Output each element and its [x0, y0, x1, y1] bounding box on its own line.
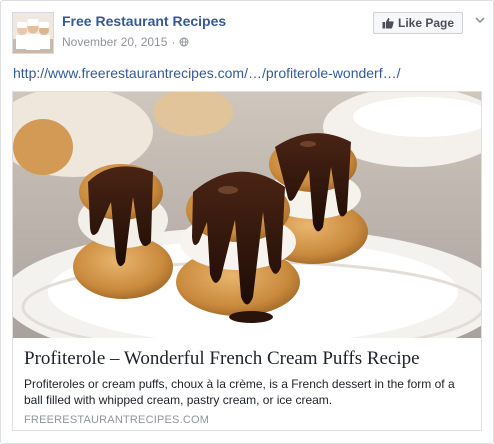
page-name-link[interactable]: Free Restaurant Recipes — [62, 13, 226, 29]
thumbs-up-icon — [382, 17, 394, 29]
meta-separator: · — [171, 35, 176, 49]
profiteroles-photo[interactable] — [13, 92, 481, 338]
chef-group-icon — [13, 13, 53, 53]
like-page-label: Like Page — [397, 16, 455, 30]
post-menu-button[interactable] — [473, 13, 487, 27]
attachment-description: Profiteroles or cream puffs, choux à la … — [24, 377, 455, 407]
globe-icon[interactable] — [179, 37, 189, 47]
attachment-title[interactable]: Profiterole – Wonderful French Cream Puf… — [24, 348, 420, 370]
post-url-link[interactable]: http://www.freerestaurantrecipes.com/…/p… — [13, 65, 401, 81]
facebook-post-card: Free Restaurant Recipes November 20, 201… — [0, 0, 494, 444]
like-page-button[interactable]: Like Page — [373, 12, 463, 34]
link-attachment[interactable]: Profiterole – Wonderful French Cream Puf… — [12, 91, 482, 431]
post-meta: November 20, 2015 · — [62, 35, 189, 49]
attachment-domain: FREERESTAURANTRECIPES.COM — [24, 414, 210, 426]
chevron-down-icon — [475, 17, 485, 24]
page-avatar[interactable] — [12, 12, 54, 54]
post-date[interactable]: November 20, 2015 — [62, 35, 167, 49]
profiteroles-image — [13, 92, 481, 338]
